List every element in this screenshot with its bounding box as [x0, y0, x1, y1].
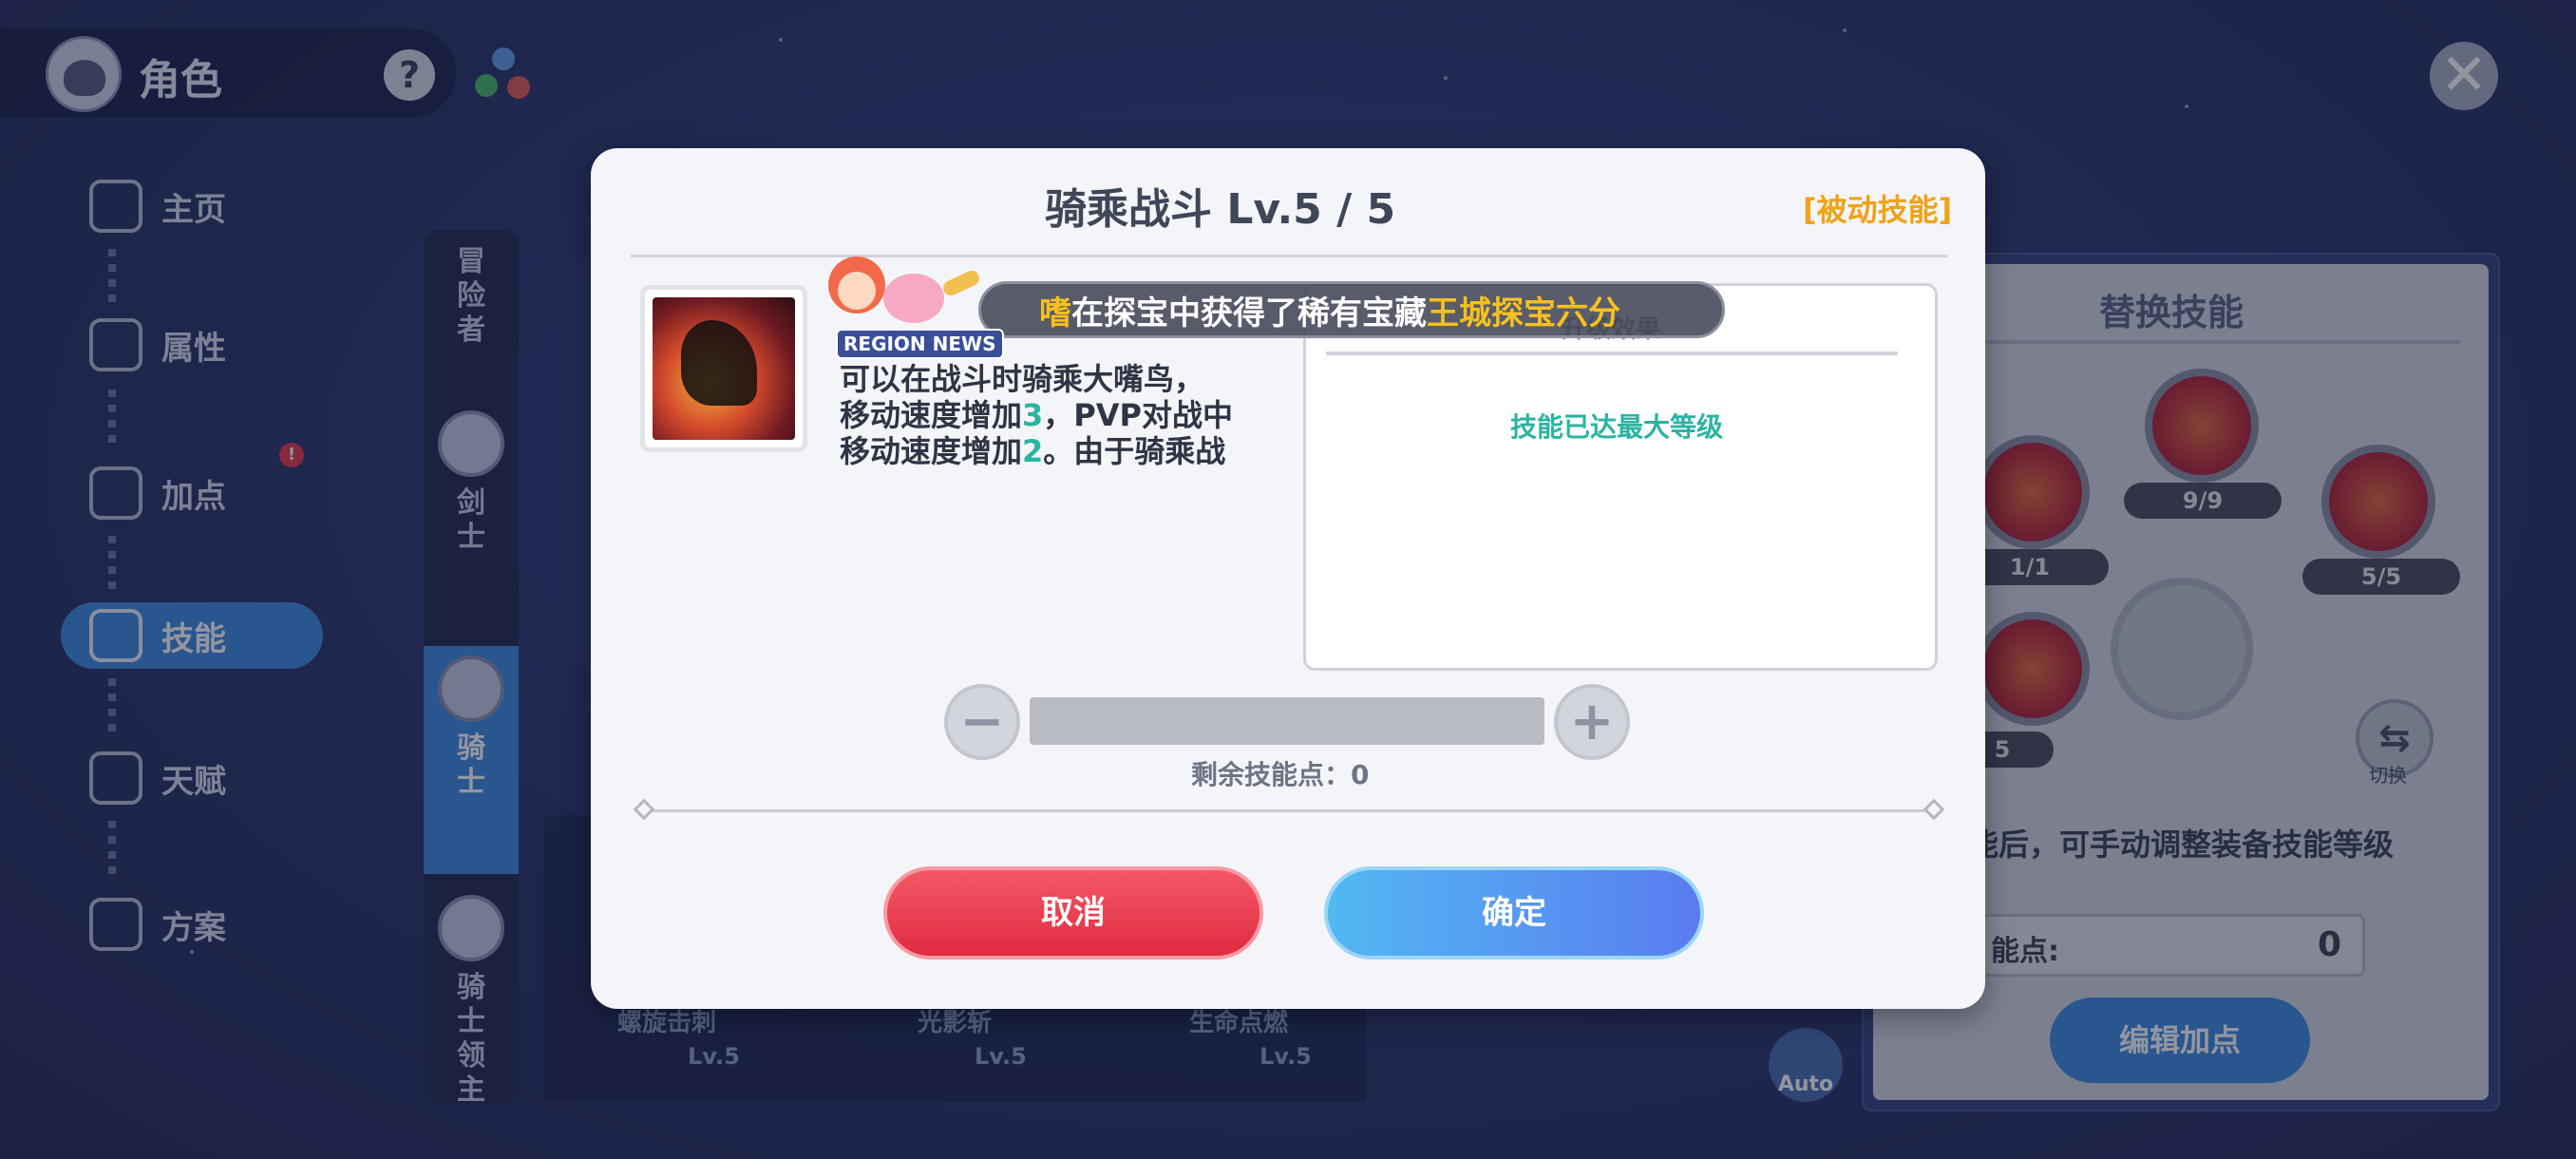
desc-value: 2: [1022, 433, 1044, 467]
desc-text: ，PVP对战中: [1043, 397, 1233, 433]
divider: [1326, 352, 1898, 355]
max-level-text: 技能已达最大等级: [1510, 411, 1724, 443]
region-news-label: REGION NEWS: [836, 329, 1004, 359]
desc-line: 移动速度增加2。由于骑乘战: [840, 433, 1296, 467]
news-player-name: 嗜: [1039, 294, 1071, 332]
desc-text: 。由于骑乘战: [1043, 433, 1226, 467]
skill-icon: [640, 285, 807, 452]
decrease-button[interactable]: −: [944, 684, 1020, 760]
level-progress-bar[interactable]: [1030, 697, 1544, 745]
cancel-button[interactable]: 取消: [883, 866, 1263, 960]
news-item: 王城探宝六分: [1427, 294, 1620, 332]
news-text: 嗜在探宝中获得了稀有宝藏王城探宝六分: [1039, 287, 1620, 333]
divider: [636, 809, 1941, 812]
increase-button[interactable]: +: [1554, 684, 1630, 760]
desc-text: 移动速度增加: [840, 397, 1023, 433]
confirm-button[interactable]: 确定: [1324, 866, 1704, 960]
desc-text: 移动速度增加: [840, 433, 1023, 467]
desc-value: 3: [1022, 397, 1044, 433]
news-message: 在探宝中获得了稀有宝藏: [1071, 294, 1427, 332]
desc-line: 移动速度增加3，PVP对战中: [840, 397, 1296, 433]
skill-description: 可以在战斗时骑乘大嘴鸟， 移动速度增加3，PVP对战中 移动速度增加2。由于骑乘…: [840, 361, 1296, 467]
dialog-title: 骑乘战斗 Lv.5 / 5: [1045, 185, 1396, 234]
remaining-points: 剩余技能点：0: [1191, 759, 1370, 790]
mount-icon: [653, 297, 795, 440]
desc-line: 可以在战斗时骑乘大嘴鸟，: [840, 361, 1205, 397]
passive-skill-tag: [被动技能]: [1803, 192, 1953, 228]
